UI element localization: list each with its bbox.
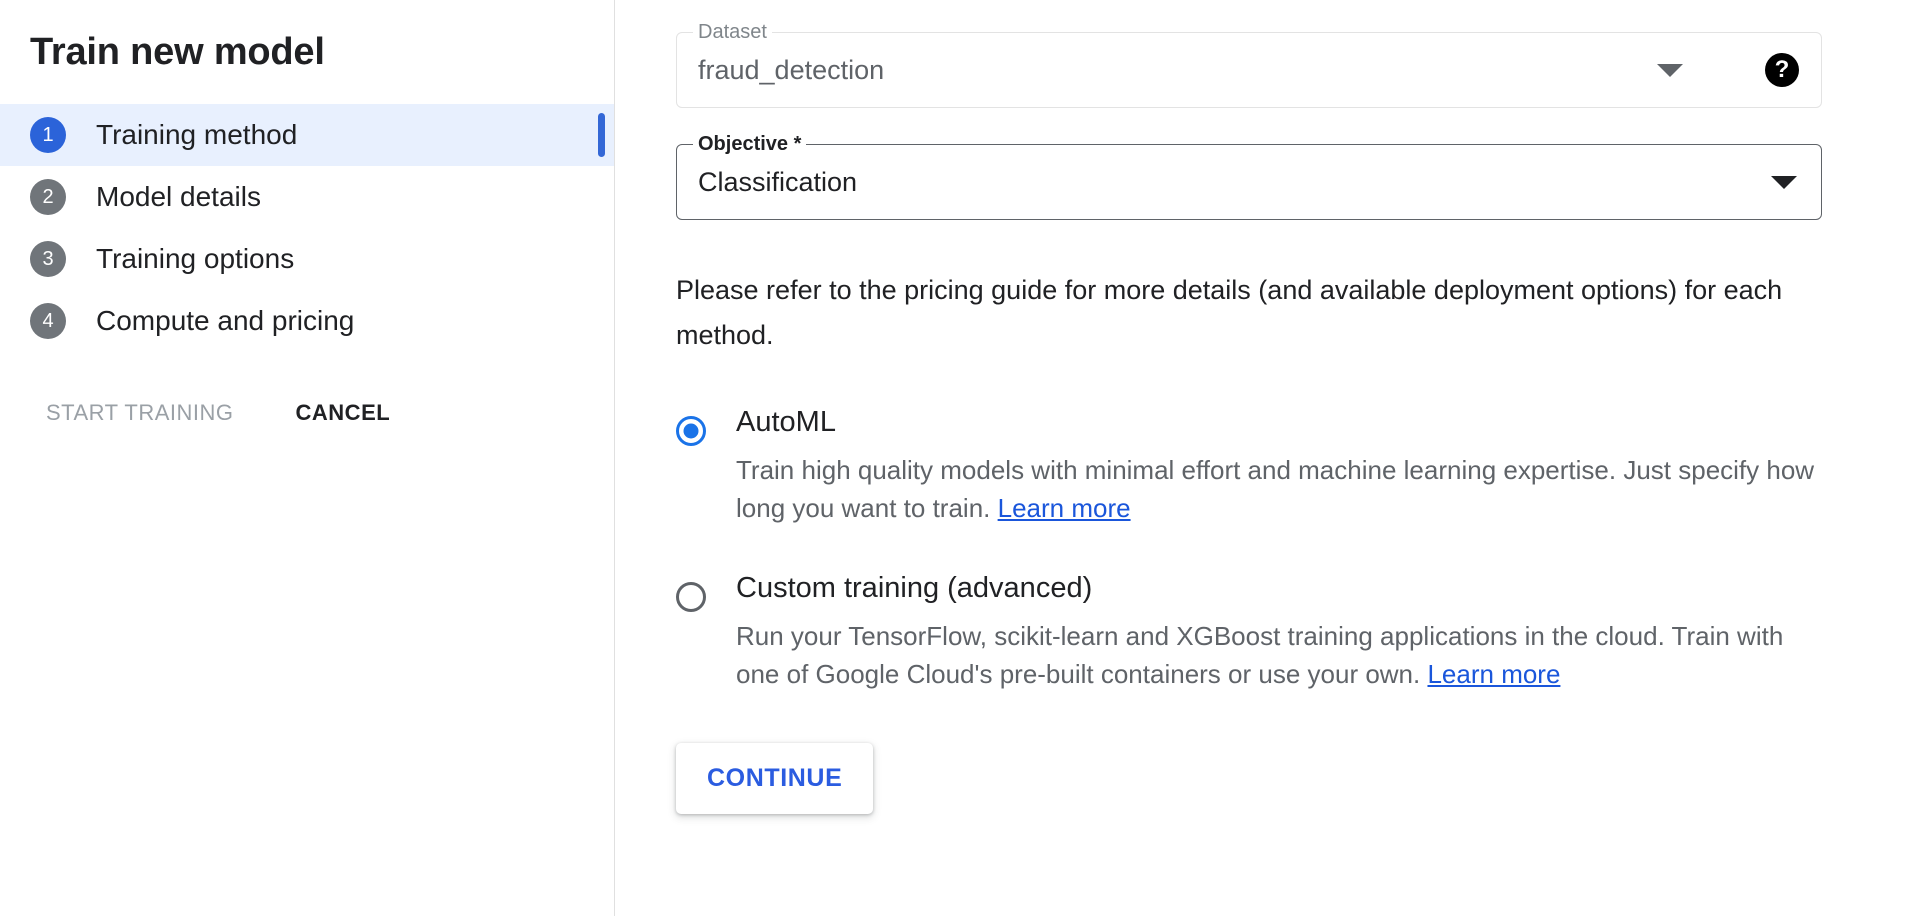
sidebar-item-training-method[interactable]: 1 Training method bbox=[0, 104, 614, 166]
step-number-badge: 4 bbox=[30, 303, 66, 339]
step-label: Compute and pricing bbox=[96, 307, 354, 335]
field-spacer bbox=[676, 108, 1826, 144]
step-label: Training method bbox=[96, 121, 297, 149]
learn-more-link[interactable]: Learn more bbox=[1427, 659, 1560, 689]
option-body: AutoML Train high quality models with mi… bbox=[736, 405, 1826, 527]
option-automl[interactable]: AutoML Train high quality models with mi… bbox=[676, 405, 1826, 527]
active-step-indicator bbox=[598, 113, 605, 157]
sidebar-item-compute-and-pricing[interactable]: 4 Compute and pricing bbox=[0, 290, 614, 352]
dataset-value: fraud_detection bbox=[677, 57, 884, 84]
dataset-select[interactable]: Dataset fraud_detection ? bbox=[676, 32, 1822, 108]
training-method-form: Dataset fraud_detection ? Objective * Cl… bbox=[615, 0, 1826, 814]
wizard-sidebar: Train new model 1 Training method 2 Mode… bbox=[0, 0, 615, 916]
step-number-badge: 1 bbox=[30, 117, 66, 153]
objective-select[interactable]: Objective * Classification bbox=[676, 144, 1822, 220]
help-icon[interactable]: ? bbox=[1765, 53, 1799, 87]
wizard-main-panel: Dataset fraud_detection ? Objective * Cl… bbox=[615, 0, 1928, 916]
radio-automl[interactable] bbox=[676, 416, 706, 446]
continue-button[interactable]: CONTINUE bbox=[676, 743, 873, 814]
sidebar-item-model-details[interactable]: 2 Model details bbox=[0, 166, 614, 228]
option-body: Custom training (advanced) Run your Tens… bbox=[736, 571, 1826, 693]
chevron-down-icon[interactable] bbox=[1771, 176, 1797, 189]
step-label: Training options bbox=[96, 245, 294, 273]
sidebar-actions: START TRAINING CANCEL bbox=[0, 400, 614, 426]
step-number-badge: 3 bbox=[30, 241, 66, 277]
option-description-text: Run your TensorFlow, scikit-learn and XG… bbox=[736, 621, 1783, 689]
option-title: Custom training (advanced) bbox=[736, 571, 1826, 605]
dataset-label: Dataset bbox=[693, 21, 772, 43]
option-description-text: Train high quality models with minimal e… bbox=[736, 455, 1814, 523]
radio-custom-training[interactable] bbox=[676, 582, 706, 612]
step-label: Model details bbox=[96, 183, 261, 211]
cancel-button[interactable]: CANCEL bbox=[296, 400, 391, 426]
training-method-options: AutoML Train high quality models with mi… bbox=[676, 405, 1826, 693]
page-title: Train new model bbox=[0, 0, 614, 71]
pricing-note: Please refer to the pricing guide for mo… bbox=[676, 268, 1804, 358]
start-training-button[interactable]: START TRAINING bbox=[46, 400, 234, 426]
sidebar-item-training-options[interactable]: 3 Training options bbox=[0, 228, 614, 290]
learn-more-link[interactable]: Learn more bbox=[998, 493, 1131, 523]
train-new-model-wizard: Train new model 1 Training method 2 Mode… bbox=[0, 0, 1928, 916]
option-title: AutoML bbox=[736, 405, 1826, 439]
chevron-down-icon[interactable] bbox=[1657, 64, 1683, 77]
option-description: Run your TensorFlow, scikit-learn and XG… bbox=[736, 617, 1826, 693]
option-custom-training[interactable]: Custom training (advanced) Run your Tens… bbox=[676, 571, 1826, 693]
objective-value: Classification bbox=[677, 169, 857, 196]
objective-label: Objective * bbox=[693, 133, 806, 155]
option-description: Train high quality models with minimal e… bbox=[736, 451, 1826, 527]
step-list: 1 Training method 2 Model details 3 Trai… bbox=[0, 104, 614, 352]
step-number-badge: 2 bbox=[30, 179, 66, 215]
